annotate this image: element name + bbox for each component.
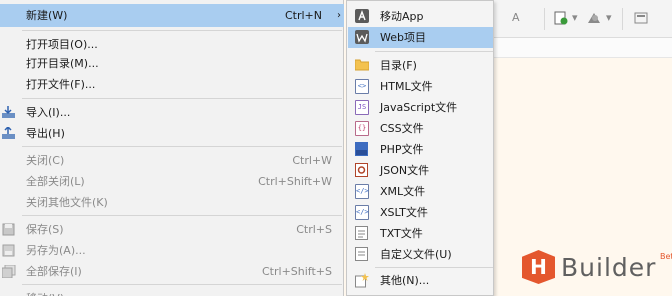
toolbar-separator bbox=[544, 8, 545, 30]
submenu-item-json[interactable]: JSON文件 bbox=[348, 160, 493, 181]
mobile-app-icon bbox=[355, 9, 369, 24]
menu-separator bbox=[375, 267, 493, 268]
submenu-item-label: HTML文件 bbox=[380, 80, 433, 93]
run-dropdown-icon[interactable]: ▾ bbox=[572, 11, 578, 27]
submenu-item-label: PHP文件 bbox=[380, 143, 424, 156]
submenu-item-html[interactable]: <> HTML文件 bbox=[348, 76, 493, 97]
submenu-item-php[interactable]: PHP文件 bbox=[348, 139, 493, 160]
menu-item-save-as[interactable]: 另存为(A)... bbox=[0, 239, 344, 262]
menu-item-shortcut: Ctrl+Shift+S bbox=[262, 265, 332, 278]
submenu-item-label: 自定义文件(U) bbox=[380, 248, 452, 261]
submenu-item-label: TXT文件 bbox=[380, 227, 423, 240]
menu-item-save[interactable]: 保存(S) Ctrl+S bbox=[0, 218, 344, 241]
menu-separator bbox=[375, 51, 493, 52]
menu-item-label: 打开文件(F)... bbox=[26, 78, 96, 91]
preview-icon[interactable] bbox=[634, 11, 648, 27]
logo-name: Builder bbox=[561, 252, 657, 282]
hbuilder-logo: H Builder Beta bbox=[522, 250, 672, 284]
toolbar-separator bbox=[622, 8, 623, 30]
menu-separator bbox=[22, 284, 342, 285]
file-menu: 新建(W) Ctrl+N › 打开项目(O)... 打开目录(M)... 打开文… bbox=[0, 0, 344, 296]
submenu-item-web-project[interactable]: Web项目 bbox=[348, 27, 493, 48]
menu-item-label: 移动(V) bbox=[26, 287, 64, 296]
menu-separator bbox=[22, 146, 342, 147]
run-icon[interactable] bbox=[554, 11, 568, 27]
json-file-icon bbox=[355, 163, 369, 178]
menu-item-label: 全部关闭(L) bbox=[26, 175, 85, 188]
menu-item-open-directory[interactable]: 打开目录(M)... bbox=[0, 52, 344, 75]
submenu-item-javascript[interactable]: JS JavaScript文件 bbox=[348, 97, 493, 118]
menu-item-open-file[interactable]: 打开文件(F)... bbox=[0, 73, 344, 96]
submenu-item-xml[interactable]: </> XML文件 bbox=[348, 181, 493, 202]
submenu-item-folder[interactable]: 目录(F) bbox=[348, 55, 493, 76]
submenu-item-label: JSON文件 bbox=[380, 164, 430, 177]
save-icon bbox=[2, 223, 16, 236]
editor-tab-bar bbox=[492, 38, 672, 58]
save-as-icon bbox=[2, 244, 16, 257]
menu-item-shortcut: Ctrl+N bbox=[284, 9, 322, 22]
submenu-item-label: XSLT文件 bbox=[380, 206, 428, 219]
js-file-icon: JS bbox=[355, 100, 369, 115]
menu-item-shortcut: Ctrl+W bbox=[292, 154, 332, 167]
menu-separator bbox=[22, 30, 342, 31]
save-all-icon bbox=[1, 264, 16, 279]
menu-item-new[interactable]: 新建(W) Ctrl+N › bbox=[0, 4, 344, 27]
menu-item-import[interactable]: 导入(I)... bbox=[0, 101, 344, 124]
submenu-item-label: XML文件 bbox=[380, 185, 426, 198]
submenu-item-label: Web项目 bbox=[380, 31, 426, 44]
other-icon bbox=[355, 273, 369, 288]
font-size-icon[interactable]: A bbox=[512, 11, 520, 27]
menu-item-shortcut: Ctrl+Shift+W bbox=[258, 175, 332, 188]
import-icon bbox=[2, 106, 16, 119]
menu-item-export[interactable]: 导出(H) bbox=[0, 122, 344, 145]
submenu-item-txt[interactable]: TXT文件 bbox=[348, 223, 493, 244]
submenu-item-custom-file[interactable]: 自定义文件(U) bbox=[348, 244, 493, 265]
browser-dropdown-icon[interactable]: ▾ bbox=[606, 11, 612, 27]
submenu-item-mobile-app[interactable]: 移动App bbox=[348, 6, 493, 27]
menu-item-move[interactable]: 移动(V) bbox=[0, 287, 344, 296]
editor-toolbar: A ▾ ▾ bbox=[492, 0, 672, 38]
xslt-file-icon: </> bbox=[355, 205, 369, 220]
menu-item-label: 打开目录(M)... bbox=[26, 57, 99, 70]
folder-icon bbox=[354, 58, 370, 73]
submenu-item-label: CSS文件 bbox=[380, 122, 424, 135]
submenu-item-label: 其他(N)... bbox=[380, 274, 430, 287]
html-file-icon: <> bbox=[355, 79, 369, 94]
submenu-item-label: 目录(F) bbox=[380, 59, 417, 72]
menu-item-label: 关闭其他文件(K) bbox=[26, 196, 108, 209]
submenu-item-label: 移动App bbox=[380, 10, 424, 23]
logo-mark: H bbox=[522, 250, 555, 284]
xml-file-icon: </> bbox=[355, 184, 369, 199]
menu-item-label: 全部保存(I) bbox=[26, 265, 82, 278]
menu-separator bbox=[22, 215, 342, 216]
custom-file-icon bbox=[355, 247, 369, 262]
menu-item-label: 导出(H) bbox=[26, 127, 65, 140]
submenu-item-xslt[interactable]: </> XSLT文件 bbox=[348, 202, 493, 223]
menu-item-save-all[interactable]: 全部保存(I) Ctrl+Shift+S bbox=[0, 260, 344, 283]
menu-separator bbox=[22, 98, 342, 99]
css-file-icon: {} bbox=[355, 121, 369, 136]
submenu-item-label: JavaScript文件 bbox=[380, 101, 458, 114]
submenu-arrow-icon: › bbox=[337, 10, 341, 21]
menu-item-shortcut: Ctrl+S bbox=[296, 223, 332, 236]
menu-item-label: 关闭(C) bbox=[26, 154, 65, 167]
new-submenu: 移动App Web项目 目录(F) <> HTML文件 JS JavaScrip… bbox=[346, 0, 494, 296]
menu-item-label: 另存为(A)... bbox=[26, 244, 86, 257]
menu-item-close[interactable]: 关闭(C) Ctrl+W bbox=[0, 149, 344, 172]
submenu-item-css[interactable]: {} CSS文件 bbox=[348, 118, 493, 139]
menu-item-close-others[interactable]: 关闭其他文件(K) bbox=[0, 191, 344, 214]
submenu-item-other[interactable]: 其他(N)... bbox=[348, 270, 493, 291]
beta-badge: Beta bbox=[660, 252, 672, 261]
menu-item-close-all[interactable]: 全部关闭(L) Ctrl+Shift+W bbox=[0, 170, 344, 193]
browser-icon[interactable] bbox=[586, 11, 602, 27]
menu-item-label: 导入(I)... bbox=[26, 106, 71, 119]
txt-file-icon bbox=[355, 226, 369, 241]
export-icon bbox=[2, 125, 16, 140]
menu-item-label: 保存(S) bbox=[26, 223, 64, 236]
web-project-icon bbox=[355, 30, 369, 45]
php-file-icon bbox=[355, 142, 369, 157]
menu-item-label: 新建(W) bbox=[26, 9, 68, 22]
